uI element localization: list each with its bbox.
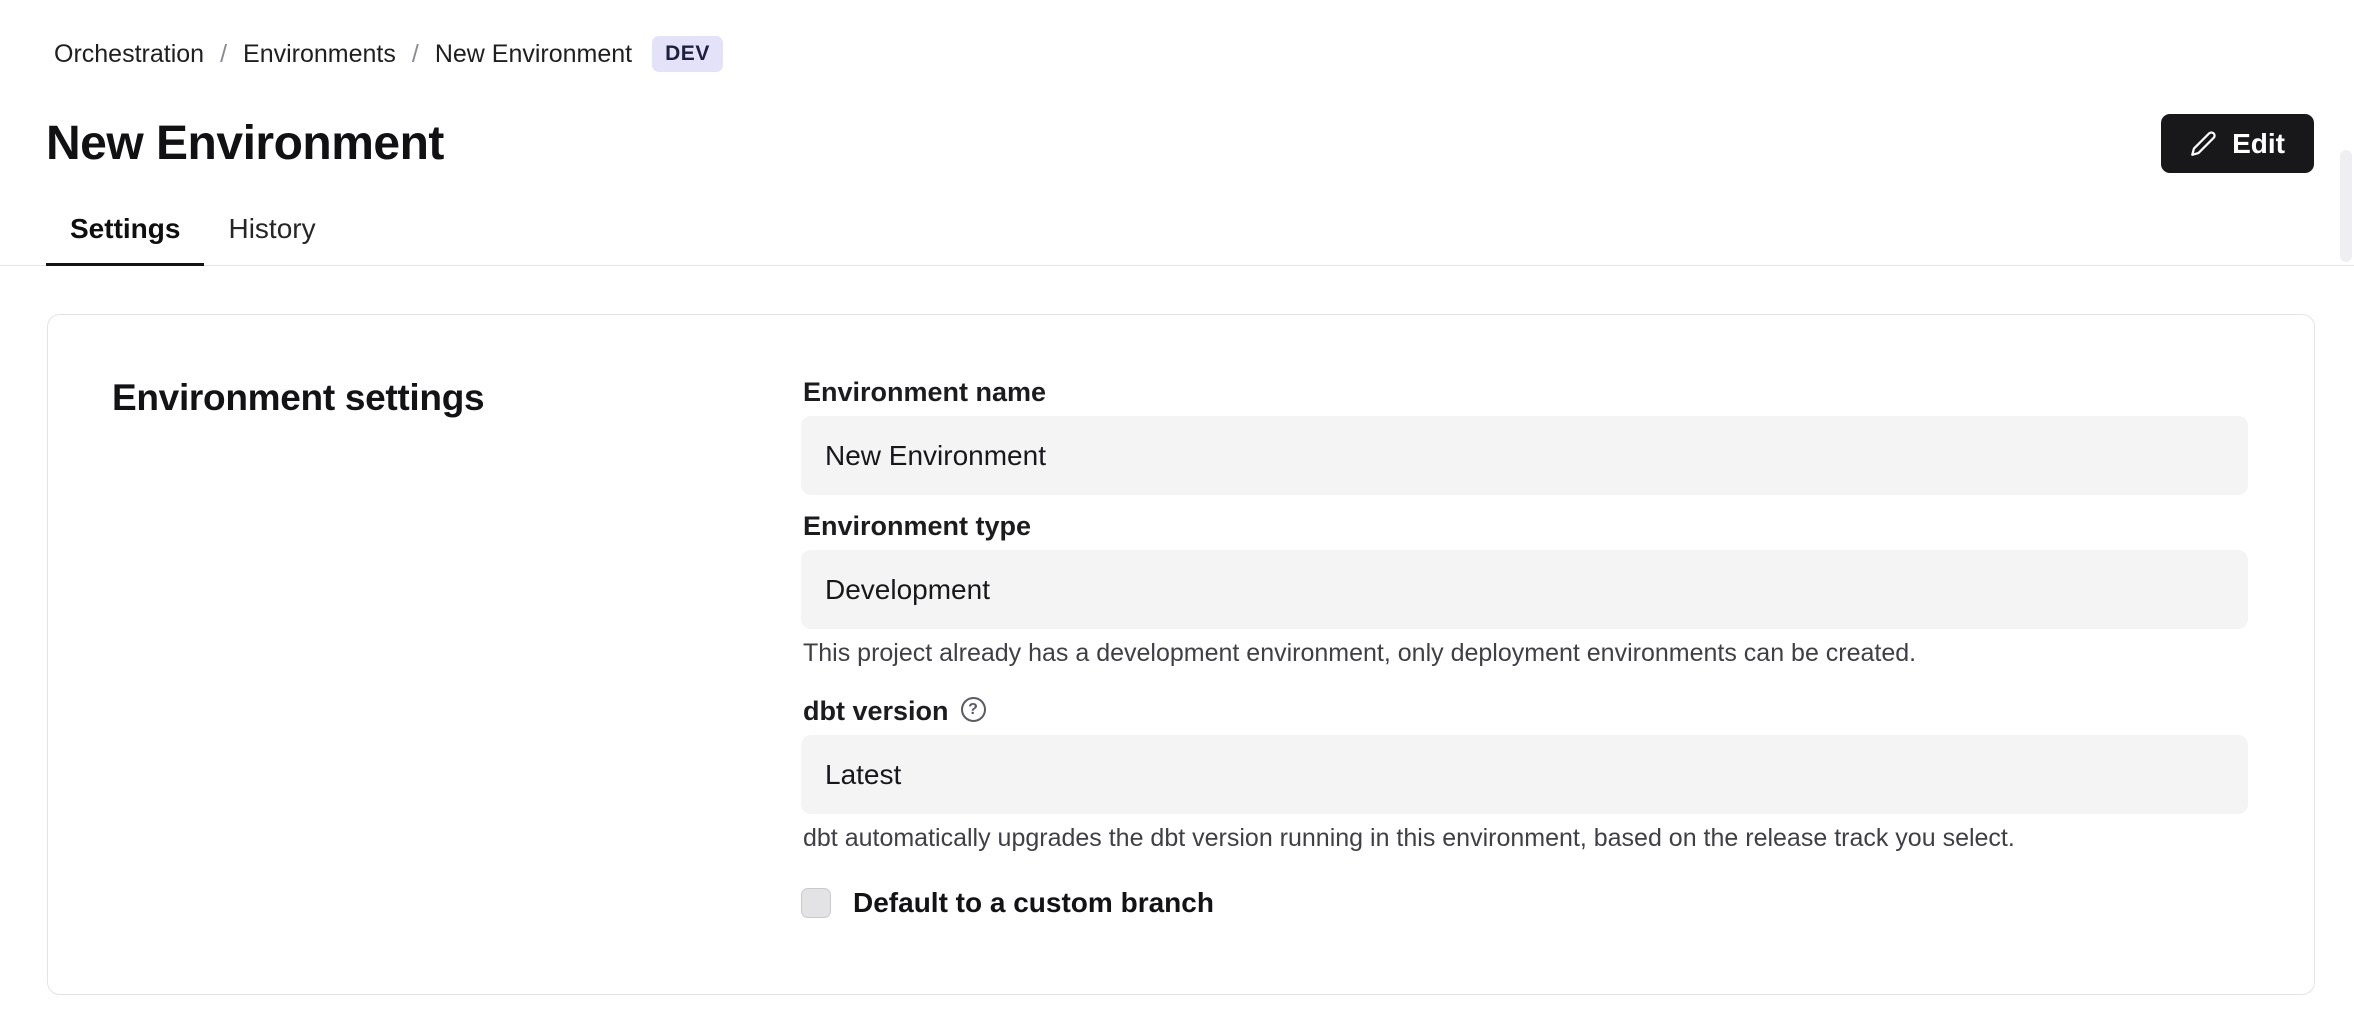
custom-branch-checkbox[interactable] [801, 888, 831, 918]
tabs-bar: Settings History [0, 201, 2354, 266]
breadcrumb-environments[interactable]: Environments [243, 40, 396, 69]
breadcrumb: Orchestration / Environments / New Envir… [0, 0, 2354, 72]
environment-settings-card: Environment settings Environment name Ne… [47, 314, 2315, 995]
environment-type-input[interactable]: Development [801, 550, 2248, 629]
card-form-column: Environment name New Environment Environ… [801, 377, 2248, 944]
breadcrumb-separator: / [412, 40, 419, 69]
scrollbar-thumb[interactable] [2340, 150, 2352, 262]
environment-name-input[interactable]: New Environment [801, 416, 2248, 495]
environment-dev-badge: DEV [652, 36, 723, 72]
breadcrumb-current-page: New Environment [435, 40, 632, 69]
card-heading: Environment settings [112, 377, 801, 419]
card-left-column: Environment settings [112, 377, 801, 944]
page-title: New Environment [46, 116, 444, 171]
environment-type-helper-text: This project already has a development e… [803, 639, 2246, 668]
tab-history[interactable]: History [204, 201, 339, 266]
dbt-version-label-row: dbt version ? [803, 696, 2248, 727]
dbt-version-helper-text: dbt automatically upgrades the dbt versi… [803, 824, 2246, 853]
breadcrumb-separator: / [220, 40, 227, 69]
breadcrumb-orchestration[interactable]: Orchestration [54, 40, 204, 69]
custom-branch-row: Default to a custom branch [801, 887, 2248, 919]
edit-button-label: Edit [2232, 128, 2285, 160]
pencil-icon [2190, 130, 2217, 157]
dbt-version-input[interactable]: Latest [801, 735, 2248, 814]
tab-settings[interactable]: Settings [46, 201, 204, 266]
page-header: New Environment Edit [0, 114, 2354, 173]
environment-name-label: Environment name [803, 377, 2248, 408]
environment-type-label: Environment type [803, 511, 2248, 542]
custom-branch-label: Default to a custom branch [853, 887, 1214, 919]
help-icon[interactable]: ? [961, 697, 986, 722]
dbt-version-label: dbt version [803, 696, 949, 727]
edit-button[interactable]: Edit [2161, 114, 2314, 173]
